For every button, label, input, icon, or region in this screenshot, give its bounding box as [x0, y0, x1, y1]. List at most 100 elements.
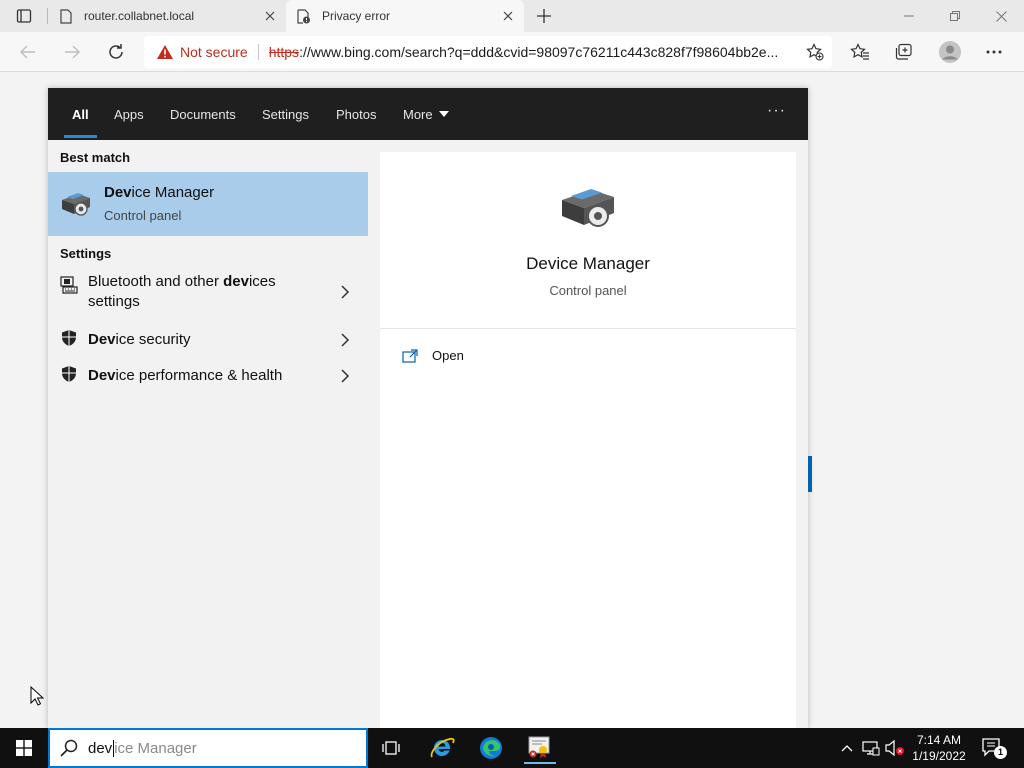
browser-tab-bar: router.collabnet.local Privacy error [0, 0, 1024, 32]
open-action[interactable]: Open [402, 348, 464, 363]
refresh-icon [109, 44, 123, 59]
task-view-button[interactable] [376, 732, 408, 764]
collections-button[interactable] [894, 42, 914, 62]
search-icon [60, 739, 78, 757]
mouse-cursor-icon [30, 686, 44, 706]
tab-actions-icon [16, 9, 32, 23]
best-match-result[interactable]: Device Manager Control panel [48, 172, 368, 236]
back-button[interactable] [14, 38, 42, 66]
open-label: Open [432, 348, 464, 363]
settings-header: Settings [60, 246, 112, 261]
device-manager-icon [562, 189, 614, 227]
best-match-header: Best match [60, 150, 131, 165]
close-icon[interactable] [500, 8, 516, 24]
preview-divider [380, 328, 796, 329]
filter-tab-photos[interactable]: Photos [336, 88, 376, 140]
label-line2: settings [88, 293, 140, 310]
match-highlight: dev [223, 273, 249, 290]
search-results-list: Best match Device Manager Control panel … [48, 140, 368, 728]
warning-icon[interactable] [156, 43, 174, 61]
filter-tab-label: Apps [114, 106, 144, 122]
start-button[interactable] [0, 728, 48, 768]
network-status-button[interactable] [860, 728, 882, 768]
shield-icon [62, 330, 76, 346]
label-post: ice performance & health [115, 367, 283, 384]
taskbar-search-input[interactable]: dev ice Manager [48, 728, 368, 768]
filter-overflow-button[interactable]: ··· [767, 102, 786, 120]
notification-count-badge: 1 [994, 746, 1007, 759]
restore-icon [950, 11, 960, 21]
tab-actions-button[interactable] [8, 6, 40, 26]
url-text[interactable]: https://www.bing.com/search?q=ddd&cvid=9… [269, 44, 779, 60]
internet-explorer-button[interactable] [426, 732, 458, 764]
search-typed-text: dev [88, 739, 113, 757]
label-post: ice security [115, 331, 191, 348]
filter-tab-documents[interactable]: Documents [170, 88, 236, 140]
profile-button[interactable] [938, 40, 962, 64]
volume-muted-icon [885, 740, 904, 756]
page-icon [58, 8, 74, 24]
show-hidden-icons-button[interactable] [838, 728, 856, 768]
settings-more-button[interactable] [984, 42, 1004, 62]
filter-tab-all[interactable]: All [64, 88, 97, 140]
taskbar-clock[interactable]: 7:14 AM 1/19/2022 [906, 732, 972, 764]
volume-button[interactable] [884, 728, 906, 768]
filter-tab-apps[interactable]: Apps [114, 88, 144, 140]
security-status-label[interactable]: Not secure [180, 44, 248, 60]
settings-item-bluetooth[interactable]: Bluetooth and other devices settings [48, 272, 368, 320]
close-icon [995, 10, 1007, 22]
address-separator [257, 44, 259, 60]
new-tab-button[interactable] [532, 4, 556, 28]
bluetooth-devices-icon [60, 276, 78, 294]
search-filter-bar: All Apps Documents Settings Photos More … [48, 88, 808, 140]
avatar-icon [939, 41, 961, 63]
plus-icon [537, 9, 551, 23]
filter-tab-settings[interactable]: Settings [262, 88, 309, 140]
title-rest: ice Manager [131, 184, 215, 201]
filter-tab-more[interactable]: More [403, 88, 449, 140]
refresh-button[interactable] [102, 38, 130, 66]
collections-icon [895, 43, 912, 60]
filter-tab-label: More [403, 106, 433, 122]
tab-label: Privacy error [322, 9, 391, 23]
settings-item-device-security[interactable]: Device security [48, 324, 368, 356]
window-controls [886, 0, 1024, 32]
close-icon[interactable] [262, 8, 278, 24]
match-highlight: Dev [88, 331, 116, 348]
open-icon [402, 348, 418, 363]
close-window-button[interactable] [978, 0, 1024, 32]
add-favorite-icon[interactable] [806, 43, 824, 61]
label-post: ices [248, 273, 276, 290]
chevron-right-icon [341, 333, 350, 347]
search-autocomplete-hint: ice Manager [114, 739, 197, 757]
settings-item-label: Device performance & health [88, 366, 282, 386]
device-manager-icon [62, 193, 90, 216]
forward-button[interactable] [58, 38, 86, 66]
browser-toolbar: Not secure https://www.bing.com/search?q… [0, 32, 1024, 72]
clock-date: 1/19/2022 [912, 749, 966, 763]
minimize-button[interactable] [886, 0, 932, 32]
tab-privacy-error[interactable]: Privacy error [286, 0, 524, 32]
best-match-title: Device Manager [104, 184, 214, 201]
match-highlight: Dev [104, 184, 132, 201]
chevron-up-icon [841, 745, 853, 752]
edge-browser-button[interactable] [475, 732, 507, 764]
network-icon [862, 741, 880, 756]
restore-button[interactable] [932, 0, 978, 32]
arrow-right-icon [65, 45, 80, 59]
action-center-button[interactable]: 1 [980, 736, 1007, 760]
chevron-right-icon [341, 285, 350, 299]
favorites-button[interactable] [850, 42, 870, 62]
scrollbar-thumb[interactable] [808, 456, 812, 492]
filter-tab-label: Photos [336, 106, 377, 122]
filter-tab-label: All [72, 106, 89, 122]
start-search-panel: All Apps Documents Settings Photos More … [48, 88, 808, 728]
settings-item-device-performance[interactable]: Device performance & health [48, 360, 368, 392]
address-bar[interactable]: Not secure https://www.bing.com/search?q… [144, 36, 832, 68]
settings-item-label: Device security [88, 330, 191, 350]
favorites-icon [850, 43, 869, 60]
tab-router[interactable]: router.collabnet.local [48, 0, 286, 32]
certificate-app-button[interactable] [524, 732, 556, 764]
url-scheme: https [268, 44, 300, 60]
edge-icon [480, 737, 502, 759]
